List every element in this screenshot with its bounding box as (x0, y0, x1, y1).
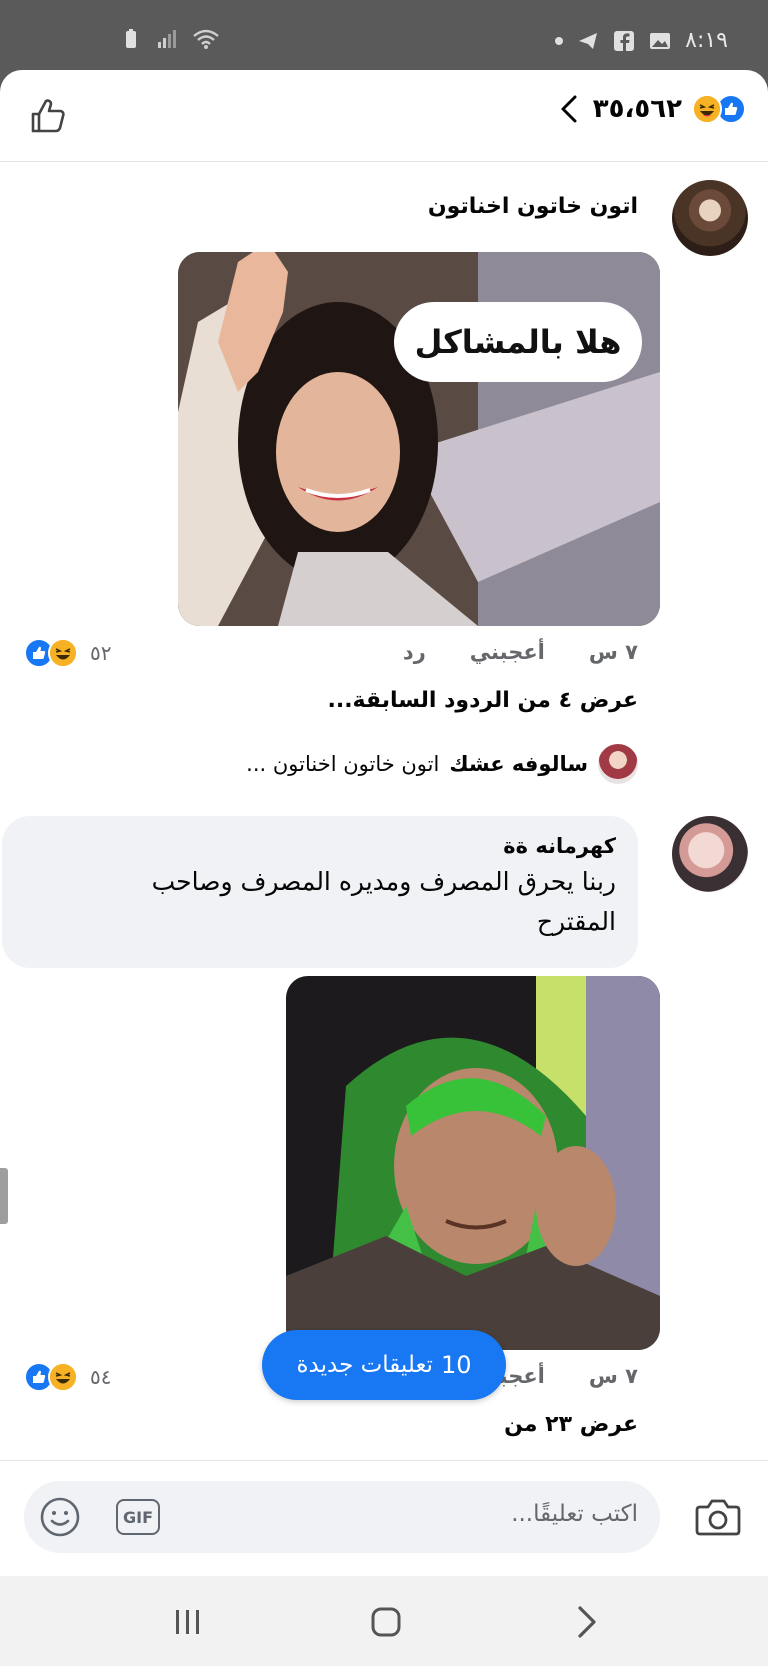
comment-gif-image[interactable] (286, 976, 660, 1350)
emoji-icon[interactable] (38, 1495, 82, 1539)
comment-actions: ٧ س أعجبني رد (403, 640, 638, 664)
haha-icon (48, 1362, 78, 1392)
comment-input[interactable]: اكتب تعليقًا... GIF (24, 1481, 660, 1553)
status-time: ٨:١٩ (685, 28, 728, 53)
latest-reply-preview[interactable]: سالوفه عشك اتون خاتون اخناتون ... (246, 744, 638, 784)
camera-icon[interactable] (694, 1493, 742, 1541)
reaction-total: ٣٥،٥٦٢ (592, 94, 682, 124)
chevron-left-icon[interactable] (557, 94, 583, 124)
edge-handle[interactable] (0, 1168, 8, 1224)
comments-header: ٣٥،٥٦٢ (0, 70, 768, 162)
comment-author[interactable]: اتون خاتون اخناتون (428, 194, 638, 219)
status-right: ٨:١٩ (555, 28, 728, 53)
meme-illustration (286, 976, 660, 1350)
comment-time: ٧ س (588, 1364, 638, 1388)
home-icon[interactable] (366, 1602, 406, 1642)
gallery-icon (650, 32, 671, 49)
telegram-icon (579, 32, 598, 49)
comment-reactions[interactable]: ٥٢ (24, 638, 111, 668)
status-left-icons (120, 28, 220, 50)
avatar (598, 744, 638, 784)
signal-icon (158, 30, 176, 48)
comment-input-placeholder: اكتب تعليقًا... (511, 1501, 638, 1527)
comment-text-line: المقترح (536, 907, 616, 936)
reply-action[interactable]: رد (403, 640, 426, 664)
recents-icon[interactable] (168, 1602, 208, 1642)
like-outline-icon[interactable] (28, 96, 68, 136)
status-bar: ٨:١٩ (0, 0, 768, 72)
notification-dot-icon (555, 36, 564, 45)
comment-author[interactable]: كهرمانه ةة (24, 834, 616, 858)
comment-time: ٧ س (588, 640, 638, 664)
facebook-icon (614, 30, 635, 51)
meme-caption: هلا بالمشاكل (414, 323, 622, 361)
comment-composer: اكتب تعليقًا... GIF (0, 1460, 768, 1576)
gif-button[interactable]: GIF (116, 1499, 160, 1535)
new-comments-count: 10 (440, 1351, 472, 1379)
reaction-summary[interactable]: ٣٥،٥٦٢ (557, 94, 746, 124)
battery-icon (126, 29, 136, 48)
reply-text: اتون خاتون اخناتون ... (246, 752, 440, 776)
reply-author: سالوفه عشك (449, 752, 588, 776)
comment-gif-image[interactable]: هلا بالمشاكل (178, 252, 660, 626)
like-action[interactable]: أعجبني (470, 640, 545, 664)
comment-reactions[interactable]: ٥٤ (24, 1362, 111, 1392)
view-previous-replies[interactable]: عرض ٢٣ من (504, 1412, 638, 1437)
comment-text-line: ربنا يحرق المصرف ومديره المصرف وصاحب (151, 867, 616, 896)
system-nav-bar (0, 1576, 768, 1666)
comment-text: ربنا يحرق المصرف ومديره المصرف وصاحب الم… (24, 862, 616, 942)
avatar[interactable] (672, 180, 748, 256)
wifi-icon (193, 29, 219, 49)
haha-icon (692, 94, 722, 124)
view-previous-replies[interactable]: عرض ٤ من الردود السابقة... (327, 688, 638, 713)
avatar[interactable] (672, 816, 748, 892)
back-icon[interactable] (566, 1602, 606, 1642)
haha-icon (48, 638, 78, 668)
reaction-count: ٥٢ (90, 641, 112, 665)
reaction-count: ٥٤ (90, 1365, 112, 1389)
new-comments-label: تعليقات جديدة (296, 1352, 433, 1378)
comment-bubble[interactable]: كهرمانه ةة ربنا يحرق المصرف ومديره المصر… (2, 816, 638, 968)
new-comments-button[interactable]: 10 تعليقات جديدة (262, 1330, 506, 1400)
